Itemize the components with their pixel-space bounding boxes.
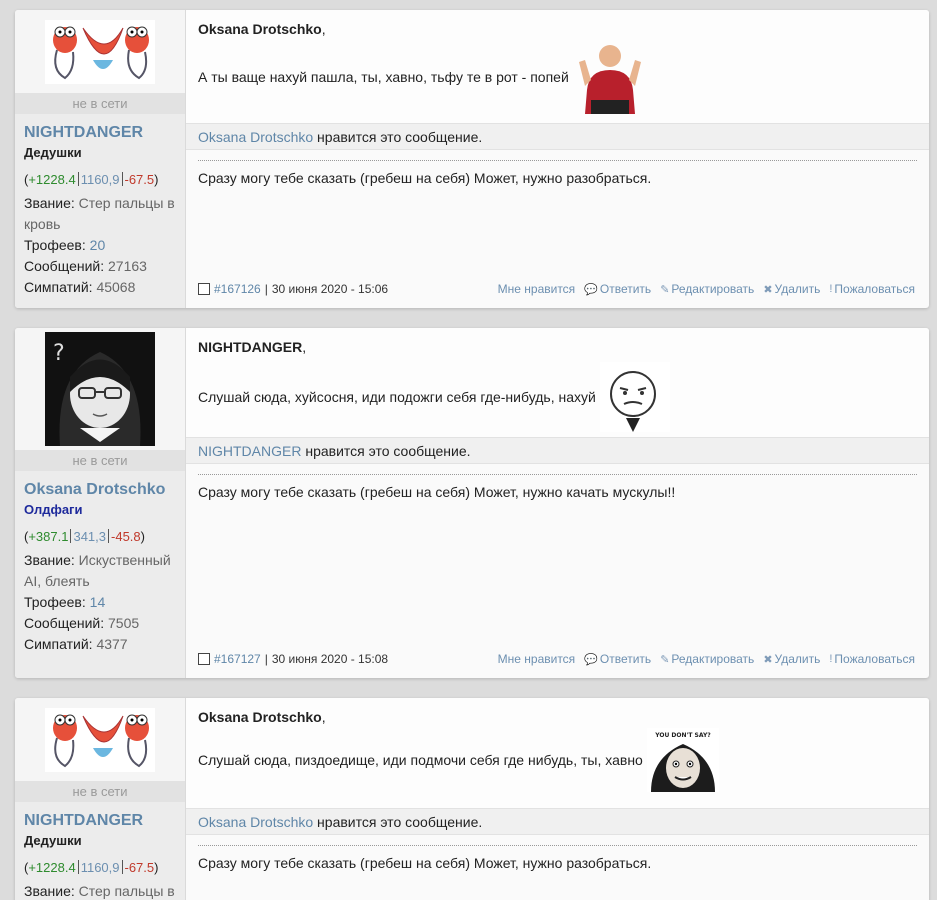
speech-bubble-icon: 💬 <box>584 283 598 296</box>
trophies-link[interactable]: 14 <box>90 594 106 610</box>
rep-positive: +387.1 <box>28 529 69 544</box>
post-date: 30 июня 2020 - 15:06 <box>271 282 389 296</box>
pencil-icon: ✎ <box>660 283 670 296</box>
close-icon: ✖ <box>763 653 773 666</box>
edit-button[interactable]: ✎ Редактировать <box>660 282 754 296</box>
signature-text: Сразу могу тебе сказать (гребеш на себя)… <box>198 170 652 186</box>
you-dont-say-meme-image: YOU DON'T SAY? <box>646 728 719 792</box>
reputation: (+387.1 341,3 -45.8) <box>24 529 145 544</box>
user-panel: не в сети NIGHTDANGER Дедушки (+1228.4 11… <box>15 698 186 900</box>
like-user-link[interactable]: Oksana Drotschko <box>198 814 313 830</box>
like-user-link[interactable]: Oksana Drotschko <box>198 129 313 145</box>
message-body: NIGHTDANGER, Слушай сюда, хуйсосня, иди … <box>186 328 929 437</box>
quoted-user[interactable]: Oksana Drotschko, <box>198 710 917 724</box>
username[interactable]: Oksana Drotschko <box>24 480 176 500</box>
rep-neutral: 1160,9 <box>80 172 120 187</box>
user-group: Олдфаги <box>24 502 83 517</box>
rep-negative: -67.5 <box>124 172 155 187</box>
username[interactable]: NIGHTDANGER <box>24 811 176 831</box>
post-number-link[interactable]: #167126 <box>214 282 261 296</box>
online-status: не в сети <box>15 93 185 114</box>
user-sympathy: Симпатий: 4377 <box>24 636 128 652</box>
user-messages: Сообщений: 27163 <box>24 258 147 274</box>
quoted-user[interactable]: Oksana Drotschko, <box>198 22 917 36</box>
user-rank: Звание: Стер пальцы в кровь <box>24 195 175 232</box>
post-footer: #167126 | 30 июня 2020 - 15:06 Мне нрави… <box>198 282 915 296</box>
message-body: Oksana Drotschko, А ты ваще нахуй пашла,… <box>186 10 929 123</box>
post-number-link[interactable]: #167127 <box>214 652 261 666</box>
pencil-icon: ✎ <box>660 653 670 666</box>
close-icon: ✖ <box>763 283 773 296</box>
signature: Сразу могу тебе сказать (гребеш на себя)… <box>186 835 929 900</box>
user-panel: не в сети NIGHTDANGER Дедушки (+1228.4 11… <box>15 10 186 308</box>
message-text: А ты ваще нахуй пашла, ты, хавно, тьфу т… <box>198 69 569 85</box>
user-group: Дедушки <box>24 145 82 160</box>
rep-neutral: 1160,9 <box>80 860 120 875</box>
signature-text: Сразу могу тебе сказать (гребеш на себя)… <box>198 484 676 500</box>
avatar[interactable] <box>15 698 185 781</box>
rep-positive: +1228.4 <box>28 172 76 187</box>
post-content: Oksana Drotschko, А ты ваще нахуй пашла,… <box>186 10 929 308</box>
delete-button[interactable]: ✖ Удалить <box>763 282 820 296</box>
post: не в сети NIGHTDANGER Дедушки (+1228.4 11… <box>15 698 929 900</box>
message-text: Слушай сюда, хуйсосня, иди подожги себя … <box>198 389 596 405</box>
post-content: Oksana Drotschko, Слушай сюда, пиздоедищ… <box>186 698 929 900</box>
edit-button[interactable]: ✎ Редактировать <box>660 652 754 666</box>
username[interactable]: NIGHTDANGER <box>24 123 176 143</box>
delete-button[interactable]: ✖ Удалить <box>763 652 820 666</box>
report-button[interactable]: ! Пожаловаться <box>829 282 915 296</box>
picard-meme-image <box>578 45 641 114</box>
signature: Сразу могу тебе сказать (гребеш на себя)… <box>186 464 929 678</box>
like-user-link[interactable]: NIGHTDANGER <box>198 443 301 459</box>
reputation: (+1228.4 1160,9 -67.5) <box>24 172 159 187</box>
signature-text: Сразу могу тебе сказать (гребеш на себя)… <box>198 855 652 871</box>
zoidberg-avatar-image <box>45 707 155 772</box>
svg-text:?: ? <box>53 341 65 366</box>
speech-bubble-icon: 💬 <box>584 653 598 666</box>
post-content: NIGHTDANGER, Слушай сюда, хуйсосня, иди … <box>186 328 929 678</box>
avatar[interactable]: ? <box>15 328 185 450</box>
user-messages: Сообщений: 7505 <box>24 615 140 631</box>
rep-negative: -45.8 <box>111 529 141 544</box>
select-checkbox[interactable] <box>198 653 210 665</box>
trophies-link[interactable]: 20 <box>90 237 106 253</box>
rep-positive: +1228.4 <box>28 860 76 875</box>
like-button[interactable]: Мне нравится <box>498 282 576 296</box>
online-status: не в сети <box>15 781 185 802</box>
post-footer: #167127 | 30 июня 2020 - 15:08 Мне нрави… <box>198 652 915 666</box>
anime-girl-avatar-image: ? <box>45 332 155 446</box>
meme-caption: YOU DON'T SAY? <box>654 732 711 739</box>
avatar[interactable] <box>15 10 185 93</box>
online-status: не в сети <box>15 450 185 471</box>
user-rank: Звание: Стер пальцы в <box>24 883 175 899</box>
user-sympathy: Симпатий: 45068 <box>24 279 136 295</box>
reputation: (+1228.4 1160,9 -67.5) <box>24 860 159 875</box>
user-group: Дедушки <box>24 833 82 848</box>
user-trophies: Трофеев: 20 <box>24 237 106 253</box>
exclamation-icon: ! <box>829 283 833 295</box>
zoidberg-avatar-image <box>45 19 155 84</box>
user-trophies: Трофеев: 14 <box>24 594 106 610</box>
reply-button[interactable]: 💬 Ответить <box>584 652 651 666</box>
rep-neutral: 341,3 <box>73 529 107 544</box>
exclamation-icon: ! <box>829 653 833 665</box>
rep-negative: -67.5 <box>124 860 155 875</box>
message-text: Слушай сюда, пиздоедище, иди подмочи себ… <box>198 752 643 768</box>
report-button[interactable]: ! Пожаловаться <box>829 652 915 666</box>
post: не в сети NIGHTDANGER Дедушки (+1228.4 11… <box>15 10 929 308</box>
likes-bar: NIGHTDANGER нравится это сообщение. <box>186 437 929 464</box>
likes-bar: Oksana Drotschko нравится это сообщение. <box>186 808 929 835</box>
post-date: 30 июня 2020 - 15:08 <box>271 652 389 666</box>
quoted-user[interactable]: NIGHTDANGER, <box>198 340 917 354</box>
user-panel: ? не в сети Oksana Drotschko Олдфаги (+3… <box>15 328 186 678</box>
rage-face-meme-image <box>599 362 670 432</box>
select-checkbox[interactable] <box>198 283 210 295</box>
post: ? не в сети Oksana Drotschko Олдфаги (+3… <box>15 328 929 678</box>
message-body: Oksana Drotschko, Слушай сюда, пиздоедищ… <box>186 698 929 808</box>
reply-button[interactable]: 💬 Ответить <box>584 282 651 296</box>
user-rank: Звание: Искуственный AI, блеять <box>24 552 171 589</box>
likes-bar: Oksana Drotschko нравится это сообщение. <box>186 123 929 150</box>
like-button[interactable]: Мне нравится <box>498 652 576 666</box>
